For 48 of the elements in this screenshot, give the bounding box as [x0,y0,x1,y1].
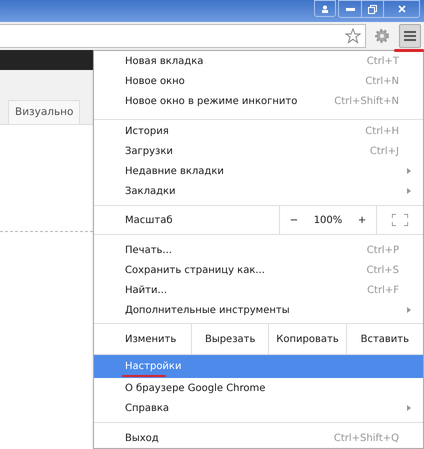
menu-item[interactable]: Найти... Ctrl+F [94,280,423,300]
edit-button[interactable]: Копировать [268,324,346,354]
fullscreen-icon[interactable] [392,214,408,226]
menu-button[interactable] [399,24,421,48]
menu-item[interactable]: Загрузки Ctrl+J [94,141,423,161]
menu-item[interactable]: Справка [94,398,423,418]
shortcut-label: Ctrl+P [366,244,399,258]
editor-tab[interactable]: Визуально [8,100,80,124]
shortcut-label: Ctrl+S [366,264,399,278]
menu-item[interactable]: Новое окно в режиме инкогнито Ctrl+Shift+N [94,91,423,111]
menu-item[interactable]: Новое окно Ctrl+N [94,71,423,91]
menu-item[interactable]: Недавние вкладки [94,161,423,181]
submenu-arrow-icon [407,188,411,194]
annotation-underline [394,49,424,52]
shortcut-label: Ctrl+N [365,74,399,88]
zoom-label: Масштаб [124,214,174,228]
zoom-out-button[interactable]: − [286,212,302,228]
shortcut-label: Ctrl+Shift+Q [334,432,399,446]
menu-item[interactable]: Новая вкладка Ctrl+T [94,51,423,71]
shortcut-label: Ctrl+F [367,284,399,298]
shortcut-label: Ctrl+J [370,144,399,158]
edit-button[interactable]: Вырезать [191,324,268,354]
profile-button[interactable] [314,0,336,17]
menu-item[interactable]: О браузере Google Chrome [94,378,423,398]
star-icon[interactable] [345,28,361,44]
menu-item[interactable]: История Ctrl+H [94,121,423,141]
gear-icon[interactable] [374,28,390,44]
close-icon [398,5,406,13]
menu-item[interactable]: Дополнительные инструменты [94,300,423,320]
minimize-icon [346,8,354,10]
menu-item[interactable]: Сохранить страницу как... Ctrl+S [94,260,423,280]
shortcut-label: Ctrl+T [366,54,399,68]
shortcut-label: Ctrl+H [365,124,399,138]
menu-icon [404,31,416,41]
zoom-value: 100% [314,214,342,228]
shortcut-label: Ctrl+Shift+N [334,94,399,108]
submenu-arrow-icon [407,168,411,174]
restore-icon [368,4,377,14]
menu-item[interactable]: Закладки [94,181,423,201]
submenu-arrow-icon [407,307,411,313]
menu-item[interactable]: Печать... Ctrl+P [94,240,423,260]
person-icon [321,4,329,12]
edit-button[interactable]: Вставить [346,324,423,354]
menu-item[interactable]: Выход Ctrl+Shift+Q [94,428,423,448]
submenu-arrow-icon [407,405,411,411]
zoom-in-button[interactable]: + [354,212,370,228]
edit-label: Изменить [124,332,178,346]
annotation-underline [122,375,166,377]
